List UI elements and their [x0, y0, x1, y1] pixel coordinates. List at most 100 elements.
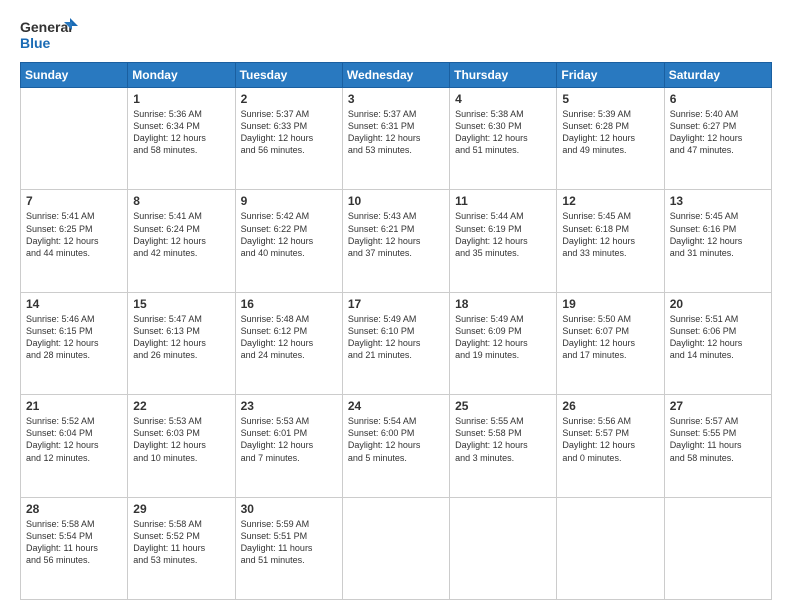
- svg-text:General: General: [20, 19, 72, 35]
- day-number: 17: [348, 297, 444, 311]
- calendar-cell: 3Sunrise: 5:37 AM Sunset: 6:31 PM Daylig…: [342, 88, 449, 190]
- calendar-cell: [21, 88, 128, 190]
- calendar-cell: 7 Sunrise: 5:41 AM Sunset: 6:25 PM Daylig…: [21, 190, 128, 292]
- day-info: Sunrise: 5:59 AM Sunset: 5:51 PM Dayligh…: [241, 518, 337, 567]
- day-info: Sunrise: 5:36 AM Sunset: 6:34 PM Dayligh…: [133, 108, 229, 157]
- day-info: Sunrise: 5:55 AM Sunset: 5:58 PM Dayligh…: [455, 415, 551, 464]
- calendar-cell: 20 Sunrise: 5:51 AM Sunset: 6:06 PM Dayli…: [664, 292, 771, 394]
- day-number: 19: [562, 297, 658, 311]
- calendar-week-row: 7 Sunrise: 5:41 AM Sunset: 6:25 PM Daylig…: [21, 190, 772, 292]
- calendar-cell: 16 Sunrise: 5:48 AM Sunset: 6:12 PM Dayli…: [235, 292, 342, 394]
- day-info: Sunrise: 5:50 AM Sunset: 6:07 PM Dayligh…: [562, 313, 658, 362]
- weekday-header-row: SundayMondayTuesdayWednesdayThursdayFrid…: [21, 63, 772, 88]
- day-info: Sunrise: 5:46 AM Sunset: 6:15 PM Dayligh…: [26, 313, 122, 362]
- day-info: Sunrise: 5:53 AM Sunset: 6:03 PM Dayligh…: [133, 415, 229, 464]
- calendar-cell: [664, 497, 771, 599]
- day-number: 6: [670, 92, 766, 106]
- day-number: 22: [133, 399, 229, 413]
- day-number: 8: [133, 194, 229, 208]
- day-info: Sunrise: 5:51 AM Sunset: 6:06 PM Dayligh…: [670, 313, 766, 362]
- calendar-cell: 22 Sunrise: 5:53 AM Sunset: 6:03 PM Dayli…: [128, 395, 235, 497]
- calendar-cell: 4 Sunrise: 5:38 AM Sunset: 6:30 PM Daylig…: [450, 88, 557, 190]
- calendar-cell: 19 Sunrise: 5:50 AM Sunset: 6:07 PM Dayli…: [557, 292, 664, 394]
- calendar-cell: [557, 497, 664, 599]
- calendar-cell: 30 Sunrise: 5:59 AM Sunset: 5:51 PM Dayli…: [235, 497, 342, 599]
- calendar-cell: 21Sunrise: 5:52 AM Sunset: 6:04 PM Dayli…: [21, 395, 128, 497]
- day-info: Sunrise: 5:42 AM Sunset: 6:22 PM Dayligh…: [241, 210, 337, 259]
- calendar-cell: 14 Sunrise: 5:46 AM Sunset: 6:15 PM Dayli…: [21, 292, 128, 394]
- day-info: Sunrise: 5:57 AM Sunset: 5:55 PM Dayligh…: [670, 415, 766, 464]
- calendar-week-row: 21Sunrise: 5:52 AM Sunset: 6:04 PM Dayli…: [21, 395, 772, 497]
- calendar-table: SundayMondayTuesdayWednesdayThursdayFrid…: [20, 62, 772, 600]
- day-number: 16: [241, 297, 337, 311]
- calendar-cell: 10Sunrise: 5:43 AM Sunset: 6:21 PM Dayli…: [342, 190, 449, 292]
- calendar-cell: 18 Sunrise: 5:49 AM Sunset: 6:09 PM Dayli…: [450, 292, 557, 394]
- calendar-cell: [342, 497, 449, 599]
- page: GeneralBlue SundayMondayTuesdayWednesday…: [0, 0, 792, 612]
- weekday-header-thursday: Thursday: [450, 63, 557, 88]
- day-number: 14: [26, 297, 122, 311]
- calendar-cell: 2 Sunrise: 5:37 AM Sunset: 6:33 PM Daylig…: [235, 88, 342, 190]
- day-info: Sunrise: 5:45 AM Sunset: 6:16 PM Dayligh…: [670, 210, 766, 259]
- weekday-header-sunday: Sunday: [21, 63, 128, 88]
- calendar-cell: 5 Sunrise: 5:39 AM Sunset: 6:28 PM Daylig…: [557, 88, 664, 190]
- day-info: Sunrise: 5:58 AM Sunset: 5:52 PM Dayligh…: [133, 518, 229, 567]
- logo-svg: GeneralBlue: [20, 16, 80, 52]
- day-number: 23: [241, 399, 337, 413]
- calendar-cell: 27 Sunrise: 5:57 AM Sunset: 5:55 PM Dayli…: [664, 395, 771, 497]
- day-info: Sunrise: 5:38 AM Sunset: 6:30 PM Dayligh…: [455, 108, 551, 157]
- day-number: 20: [670, 297, 766, 311]
- calendar-cell: 12 Sunrise: 5:45 AM Sunset: 6:18 PM Dayli…: [557, 190, 664, 292]
- svg-text:Blue: Blue: [20, 35, 51, 51]
- day-info: Sunrise: 5:54 AM Sunset: 6:00 PM Dayligh…: [348, 415, 444, 464]
- calendar-cell: 9Sunrise: 5:42 AM Sunset: 6:22 PM Daylig…: [235, 190, 342, 292]
- day-info: Sunrise: 5:40 AM Sunset: 6:27 PM Dayligh…: [670, 108, 766, 157]
- day-number: 12: [562, 194, 658, 208]
- calendar-cell: 8 Sunrise: 5:41 AM Sunset: 6:24 PM Daylig…: [128, 190, 235, 292]
- day-info: Sunrise: 5:41 AM Sunset: 6:25 PM Dayligh…: [26, 210, 122, 259]
- weekday-header-saturday: Saturday: [664, 63, 771, 88]
- header: GeneralBlue: [20, 16, 772, 52]
- day-number: 13: [670, 194, 766, 208]
- calendar-cell: 1 Sunrise: 5:36 AM Sunset: 6:34 PM Daylig…: [128, 88, 235, 190]
- day-info: Sunrise: 5:52 AM Sunset: 6:04 PM Dayligh…: [26, 415, 122, 464]
- day-number: 1: [133, 92, 229, 106]
- calendar-cell: 6 Sunrise: 5:40 AM Sunset: 6:27 PM Daylig…: [664, 88, 771, 190]
- logo: GeneralBlue: [20, 16, 80, 52]
- calendar-week-row: 1 Sunrise: 5:36 AM Sunset: 6:34 PM Daylig…: [21, 88, 772, 190]
- calendar-cell: 28 Sunrise: 5:58 AM Sunset: 5:54 PM Dayli…: [21, 497, 128, 599]
- weekday-header-tuesday: Tuesday: [235, 63, 342, 88]
- day-number: 29: [133, 502, 229, 516]
- day-number: 27: [670, 399, 766, 413]
- day-number: 4: [455, 92, 551, 106]
- day-info: Sunrise: 5:41 AM Sunset: 6:24 PM Dayligh…: [133, 210, 229, 259]
- day-number: 30: [241, 502, 337, 516]
- day-info: Sunrise: 5:37 AM Sunset: 6:33 PM Dayligh…: [241, 108, 337, 157]
- day-number: 28: [26, 502, 122, 516]
- weekday-header-friday: Friday: [557, 63, 664, 88]
- calendar-cell: 25Sunrise: 5:55 AM Sunset: 5:58 PM Dayli…: [450, 395, 557, 497]
- day-info: Sunrise: 5:45 AM Sunset: 6:18 PM Dayligh…: [562, 210, 658, 259]
- day-info: Sunrise: 5:49 AM Sunset: 6:09 PM Dayligh…: [455, 313, 551, 362]
- day-number: 7: [26, 194, 122, 208]
- calendar-cell: 15Sunrise: 5:47 AM Sunset: 6:13 PM Dayli…: [128, 292, 235, 394]
- calendar-cell: [450, 497, 557, 599]
- day-number: 11: [455, 194, 551, 208]
- day-info: Sunrise: 5:56 AM Sunset: 5:57 PM Dayligh…: [562, 415, 658, 464]
- day-info: Sunrise: 5:58 AM Sunset: 5:54 PM Dayligh…: [26, 518, 122, 567]
- day-number: 5: [562, 92, 658, 106]
- calendar-cell: 23 Sunrise: 5:53 AM Sunset: 6:01 PM Dayli…: [235, 395, 342, 497]
- calendar-cell: 29 Sunrise: 5:58 AM Sunset: 5:52 PM Dayli…: [128, 497, 235, 599]
- day-number: 2: [241, 92, 337, 106]
- calendar-week-row: 14 Sunrise: 5:46 AM Sunset: 6:15 PM Dayli…: [21, 292, 772, 394]
- calendar-week-row: 28 Sunrise: 5:58 AM Sunset: 5:54 PM Dayli…: [21, 497, 772, 599]
- calendar-cell: 26 Sunrise: 5:56 AM Sunset: 5:57 PM Dayli…: [557, 395, 664, 497]
- day-number: 18: [455, 297, 551, 311]
- day-info: Sunrise: 5:53 AM Sunset: 6:01 PM Dayligh…: [241, 415, 337, 464]
- day-info: Sunrise: 5:48 AM Sunset: 6:12 PM Dayligh…: [241, 313, 337, 362]
- day-info: Sunrise: 5:43 AM Sunset: 6:21 PM Dayligh…: [348, 210, 444, 259]
- day-info: Sunrise: 5:44 AM Sunset: 6:19 PM Dayligh…: [455, 210, 551, 259]
- day-info: Sunrise: 5:39 AM Sunset: 6:28 PM Dayligh…: [562, 108, 658, 157]
- day-number: 15: [133, 297, 229, 311]
- day-number: 26: [562, 399, 658, 413]
